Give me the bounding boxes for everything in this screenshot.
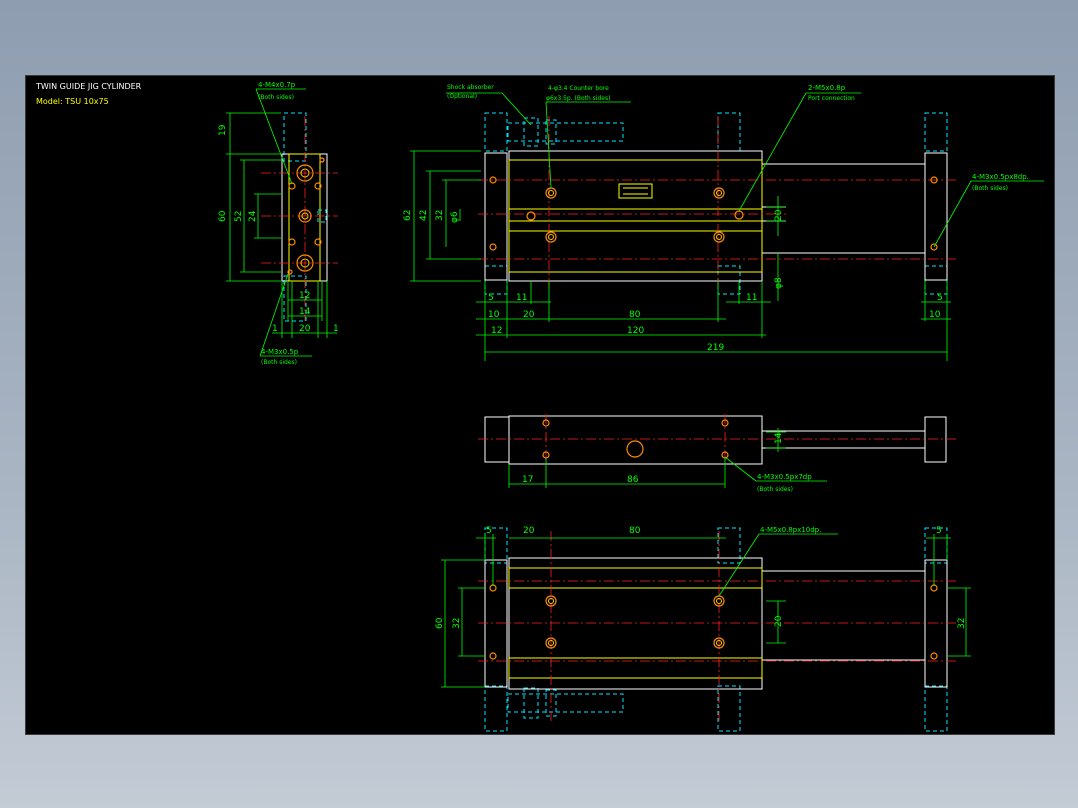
top-dim-20b: 20 [523, 310, 535, 320]
side-callout-bottom: 4-M3x0.5p [261, 348, 299, 356]
top-dim-62: 62 [403, 210, 413, 221]
middle-dim-86: 86 [627, 475, 639, 485]
side-callout-top-sub: (Both sides) [258, 94, 294, 101]
top-body [508, 150, 763, 282]
shock-absorber-sub: (Optional) [447, 93, 477, 100]
drawing-title: TWIN GUIDE JIG CYLINDER [35, 82, 142, 91]
side-dim-60: 60 [218, 210, 228, 222]
side-callout-top: 4-M4x0.7p [258, 81, 296, 89]
top-dim-120: 120 [627, 326, 644, 336]
bottom-callout: 4-M5x0.8px10dp. [760, 526, 821, 534]
top-dim-80: 80 [629, 310, 641, 320]
top-dim-5-left: 5 [488, 293, 494, 303]
side-dim-19: 19 [218, 124, 228, 136]
side-tap-3 [288, 238, 296, 246]
side-dim-1-left: 1 [272, 324, 278, 334]
side-dim-24: 24 [248, 210, 258, 222]
middle-callout-sub: (Both sides) [757, 486, 793, 493]
shock-absorber-label: Shock absorber [447, 84, 494, 91]
side-dim-14: 14 [299, 307, 311, 317]
top-dim-11-left: 11 [516, 293, 527, 303]
side-dim-20: 20 [299, 324, 311, 334]
side-dim-52: 52 [234, 211, 244, 222]
drawing-canvas: TWIN GUIDE JIG CYLINDER Model: TSU 10x75 [35, 81, 1044, 732]
drawing-sheet: TWIN GUIDE JIG CYLINDER Model: TSU 10x75 [25, 75, 1055, 735]
bottom-dim-20: 20 [523, 526, 535, 536]
bottom-dim-20-right: 20 [774, 615, 784, 627]
port-sub: Port connection [808, 95, 855, 102]
bottom-shock-hidden [507, 693, 624, 713]
top-dim-10-right: 10 [929, 310, 941, 320]
top-dim-42: 42 [419, 210, 429, 221]
top-dim-phi8: φ8 [774, 277, 784, 289]
bottom-body [508, 557, 763, 690]
side-callout-bottom-sub: (Both sides) [261, 359, 297, 366]
bottom-dim-5-left: 5 [486, 526, 492, 536]
top-dim-20: 20 [774, 209, 784, 221]
port-label: 2-M5x0.8p [808, 84, 846, 92]
side-tap-5 [319, 157, 325, 163]
middle-dim-14: 14 [774, 432, 784, 444]
model-label: Model: TSU 10x75 [36, 97, 109, 106]
end-tap-sub: (Both sides) [972, 185, 1008, 192]
side-dim-12: 12 [299, 291, 310, 301]
top-dim-219: 219 [707, 343, 724, 353]
middle-port [626, 440, 644, 458]
middle-callout: 4-M3x0.5px7dp [757, 473, 812, 481]
top-dim-10-left: 10 [488, 310, 500, 320]
top-dim-5-right: 5 [937, 293, 943, 303]
top-right-plate [924, 152, 948, 281]
bottom-dim-5-right: 5 [936, 526, 942, 536]
top-dim-11-right: 11 [746, 293, 757, 303]
top-left-plate [484, 152, 508, 281]
bottom-dim-80: 80 [629, 526, 641, 536]
bottom-dim-32-right: 32 [957, 618, 967, 629]
middle-dim-17: 17 [522, 475, 533, 485]
bottom-dim-60: 60 [435, 617, 445, 629]
counter-bore-sub: φ6x3.5p. (Both sides) [546, 95, 610, 102]
counter-bore-label: 4-φ3.4 Counter bore [548, 85, 609, 92]
shock-absorber-hidden [507, 122, 624, 142]
top-dim-32: 32 [435, 210, 445, 221]
side-dim-1-right: 1 [333, 324, 339, 334]
top-dim-phi6: φ6 [450, 211, 460, 223]
middle-view: 14 17 86 4-M3x0.5px7dp (Both sides) [478, 414, 956, 493]
end-tap-label: 4-M3x0.5px8dp. [972, 173, 1029, 181]
nameplate [618, 183, 653, 199]
bottom-view: 5 20 80 5 60 32 20 32 4-M5x0.8px10dp. [435, 526, 971, 732]
side-view: 19 60 52 24 12 14 20 1 1 4-M4x0.7p (Both… [218, 81, 339, 366]
bottom-dim-32-left: 32 [452, 618, 462, 629]
top-dim-12: 12 [491, 326, 502, 336]
top-view: 62 42 32 φ6 20 φ8 5 11 11 5 10 20 80 10 … [403, 84, 1044, 361]
